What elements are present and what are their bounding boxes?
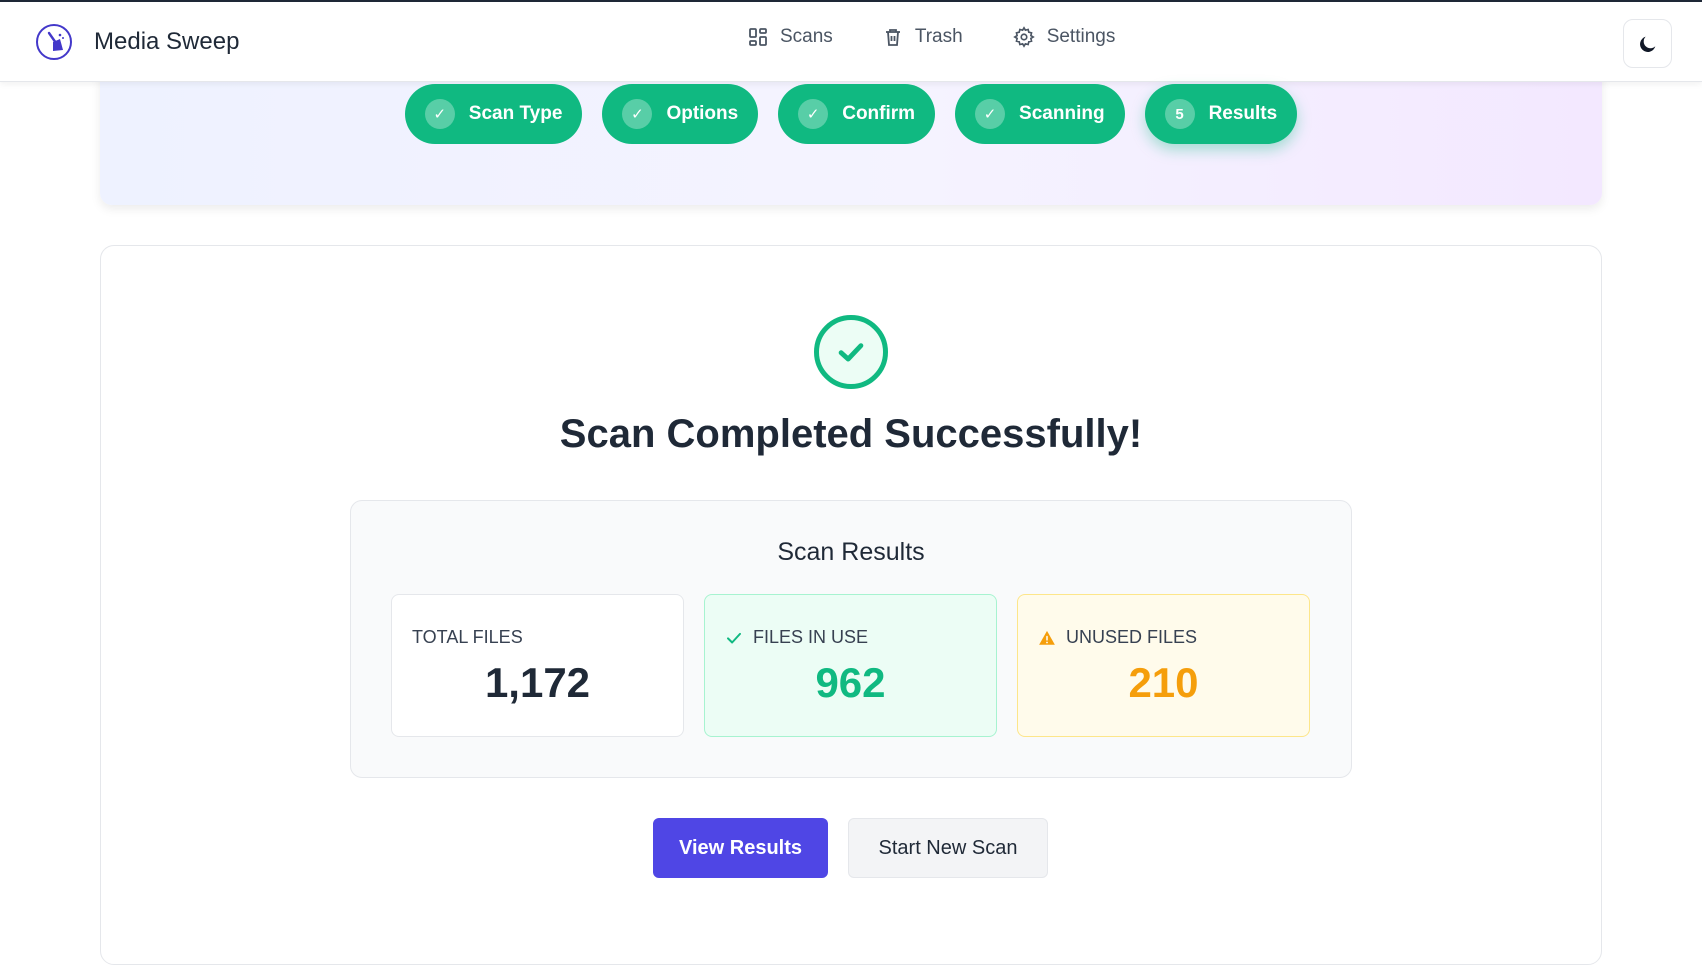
step-label: Scanning — [1019, 103, 1105, 124]
step-scanning[interactable]: ✓ Scanning — [955, 84, 1125, 144]
moon-icon — [1639, 36, 1655, 52]
success-check-icon — [814, 315, 888, 389]
trash-icon — [885, 29, 900, 46]
brand[interactable]: Media Sweep — [36, 24, 239, 60]
check-icon — [727, 632, 741, 643]
step-scan-type[interactable]: ✓ Scan Type — [404, 84, 583, 144]
step-label: Scan Type — [468, 103, 563, 124]
app-header: Media Sweep Scans Trash Settings — [0, 2, 1702, 82]
nav-item-settings[interactable]: Settings — [1012, 26, 1116, 48]
app-name: Media Sweep — [94, 28, 240, 55]
main-nav: Scans Trash Settings — [748, 26, 1165, 48]
view-results-button[interactable]: View Results — [653, 818, 828, 878]
step-confirm[interactable]: ✓ Confirm — [778, 84, 936, 144]
step-label: Results — [1208, 103, 1278, 124]
stat-value: 1,172 — [484, 659, 591, 706]
check-icon: ✓ — [798, 99, 829, 129]
stat-files-in-use: Files in Use 962 — [704, 594, 997, 737]
step-label: Confirm — [842, 103, 916, 124]
stat-unused-files: Unused Files 210 — [1017, 594, 1310, 737]
step-label: Options — [666, 103, 739, 124]
check-icon: ✓ — [424, 99, 455, 129]
step-indicator: ✓ Scan Type ✓ Options ✓ Confirm ✓ Scanni… — [0, 84, 1702, 144]
start-new-scan-button[interactable]: Start New Scan — [848, 818, 1048, 878]
check-icon: ✓ — [622, 99, 653, 129]
broom-logo-icon — [36, 24, 72, 60]
nav-item-trash[interactable]: Trash — [883, 26, 963, 48]
nav-item-scans[interactable]: Scans — [748, 26, 833, 48]
grid-icon — [749, 28, 767, 46]
stat-label: Total Files — [412, 627, 523, 647]
stat-label: Unused Files — [1038, 627, 1197, 648]
theme-toggle-button[interactable] — [1623, 19, 1672, 68]
stat-value: 962 — [815, 659, 886, 706]
step-options[interactable]: ✓ Options — [602, 84, 759, 144]
stat-label: Files in Use — [725, 627, 868, 648]
check-icon: ✓ — [975, 99, 1006, 129]
nav-label: Trash — [914, 26, 963, 47]
nav-label: Scans — [780, 26, 833, 47]
page-title: Scan Completed Successfully! — [559, 412, 1143, 456]
section-title: Scan Results — [777, 538, 925, 566]
nav-label: Settings — [1046, 26, 1116, 47]
stat-total-files: Total Files 1,172 — [391, 594, 684, 737]
warning-icon — [1039, 630, 1055, 645]
gear-icon — [1012, 26, 1035, 48]
step-results[interactable]: 5 Results — [1144, 84, 1298, 144]
stat-value: 210 — [1128, 659, 1199, 706]
step-number: 5 — [1164, 99, 1195, 129]
